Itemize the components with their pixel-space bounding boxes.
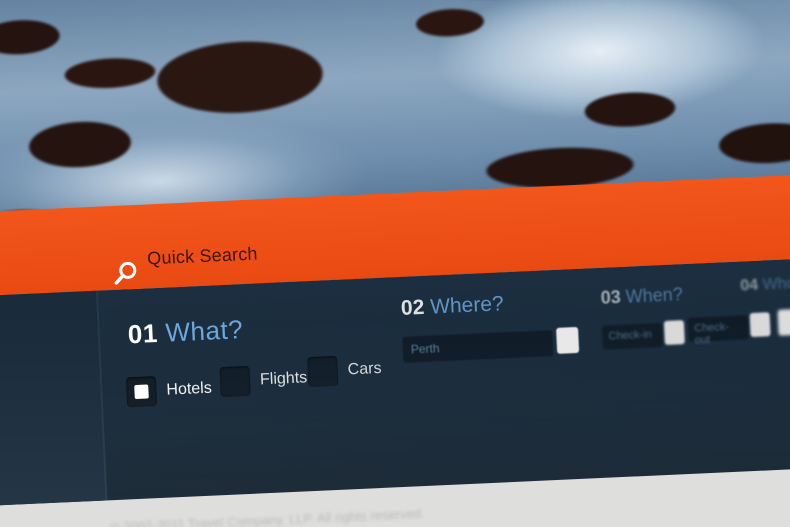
panel-side <box>0 290 106 506</box>
checkin-input[interactable]: Check-in <box>601 323 664 350</box>
step-where-heading: 02 Where? <box>400 292 504 321</box>
search-panel: 01 What? Hotels Flights Cars 02 Where? P… <box>0 256 790 506</box>
checkin-calendar-button[interactable] <box>663 320 685 345</box>
cars-checkbox[interactable] <box>307 355 339 388</box>
option-hotels[interactable]: Hotels <box>125 374 213 408</box>
option-cars[interactable]: Cars <box>307 354 382 388</box>
step-label: Who? <box>762 274 790 294</box>
step-number: 02 <box>400 295 425 320</box>
step-number: 03 <box>600 286 622 308</box>
option-flights[interactable]: Flights <box>219 363 308 398</box>
step-number: 04 <box>739 276 759 295</box>
option-label: Flights <box>259 369 308 389</box>
search-icon[interactable] <box>112 260 139 287</box>
guests-button[interactable] <box>777 308 790 336</box>
option-label: Hotels <box>166 379 213 399</box>
quick-search-label[interactable]: Quick Search <box>147 243 258 269</box>
page: Quick Search 01 What? Hotels Flights Car… <box>0 0 790 527</box>
step-label: Where? <box>429 292 505 319</box>
step-who-heading: 04 Who? <box>740 275 790 296</box>
checkbox-checked-mark <box>134 384 149 400</box>
flights-checkbox[interactable] <box>219 365 251 398</box>
step-when-heading: 03 When? <box>600 284 683 309</box>
step-what-heading: 01 What? <box>127 314 244 350</box>
destination-dropdown-button[interactable] <box>556 326 580 354</box>
destination-input[interactable]: Perth <box>402 330 554 363</box>
checkout-calendar-button[interactable] <box>749 312 771 338</box>
option-label: Cars <box>347 359 382 379</box>
step-label: When? <box>625 284 684 307</box>
hotels-checkbox[interactable] <box>125 376 158 408</box>
checkout-input[interactable]: Check-out <box>687 315 749 347</box>
step-number: 01 <box>127 317 159 350</box>
step-label: What? <box>164 314 244 348</box>
